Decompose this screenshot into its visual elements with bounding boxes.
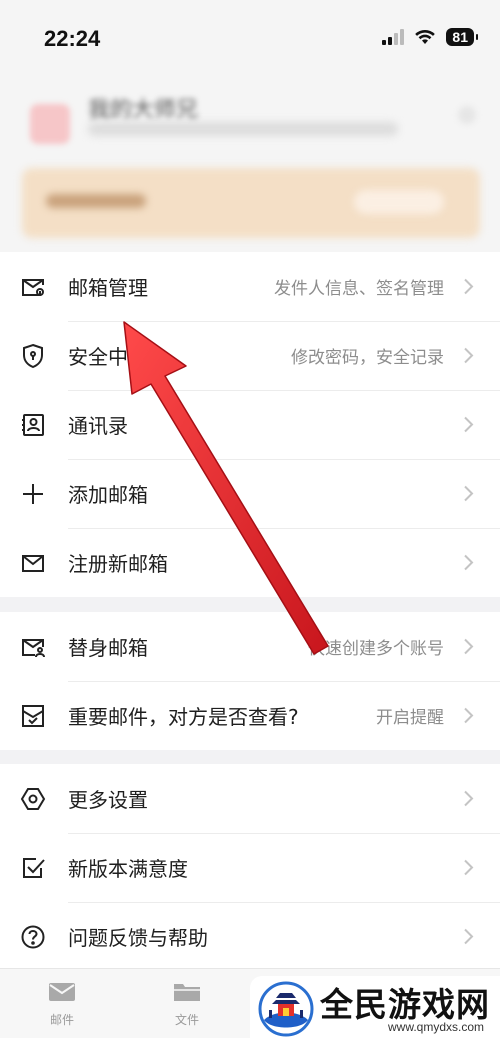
- watermark-title: 全民游戏网: [320, 985, 490, 1024]
- menu-group-settings: 更多设置 新版本满意度 问题反馈与帮助: [0, 764, 500, 971]
- wifi-icon: [415, 29, 436, 44]
- menu-item-label: 通讯录: [68, 414, 128, 438]
- checkbox-icon: [20, 855, 46, 881]
- menu-item-detail: 修改密码，安全记录: [291, 348, 444, 368]
- menu-group-account: 邮箱管理 发件人信息、签名管理 安全中心 修改密码，安全记录 通讯录 添加邮箱 …: [0, 252, 500, 597]
- menu-item-add-mailbox[interactable]: 添加邮箱: [0, 459, 500, 528]
- promo-banner-button[interactable]: [354, 190, 444, 214]
- close-icon[interactable]: [458, 106, 476, 124]
- plus-icon: [20, 481, 46, 507]
- menu-item-label: 新版本满意度: [68, 857, 188, 881]
- chevron-right-icon: [463, 416, 474, 433]
- menu-item-detail: 发件人信息、签名管理: [274, 279, 444, 299]
- menu-item-detail: 快速创建多个账号: [308, 639, 444, 659]
- site-logo-icon: [258, 981, 314, 1037]
- menu-item-help[interactable]: 问题反馈与帮助: [0, 902, 500, 971]
- tab-mail[interactable]: 邮件: [32, 981, 92, 1028]
- tab-label: 文件: [174, 1013, 199, 1027]
- watermark-url: www.qmydxs.com: [388, 1020, 485, 1034]
- avatar[interactable]: [30, 104, 70, 144]
- menu-item-read-receipt[interactable]: 重要邮件，对方是否查看? 开启提醒: [0, 681, 500, 750]
- menu-item-label: 添加邮箱: [68, 483, 148, 507]
- battery-indicator: 81: [446, 28, 478, 46]
- tab-files[interactable]: 文件: [157, 981, 217, 1028]
- status-time: 22:24: [44, 26, 101, 51]
- menu-item-mailbox-management[interactable]: 邮箱管理 发件人信息、签名管理: [0, 252, 500, 321]
- watermark: 全民游戏网 www.qmydxs.com: [250, 976, 500, 1038]
- chevron-right-icon: [463, 347, 474, 364]
- menu-item-register-mailbox[interactable]: 注册新邮箱: [0, 528, 500, 597]
- chevron-right-icon: [463, 638, 474, 655]
- chevron-right-icon: [463, 859, 474, 876]
- envelope-person-icon: [20, 634, 46, 660]
- profile-name: 我的大师兄: [88, 98, 199, 123]
- menu-item-label: 更多设置: [68, 788, 148, 812]
- menu-item-detail: 开启提醒: [376, 708, 444, 728]
- menu-item-label: 安全中心: [68, 345, 148, 369]
- chevron-right-icon: [463, 485, 474, 502]
- question-circle-icon: [20, 924, 46, 950]
- tab-label: 邮件: [49, 1013, 74, 1027]
- cellular-signal-icon: [382, 29, 405, 45]
- menu-item-alias-mailbox[interactable]: 替身邮箱 快速创建多个账号: [0, 612, 500, 681]
- envelope-check-icon: [20, 703, 46, 729]
- menu-group-features: 替身邮箱 快速创建多个账号 重要邮件，对方是否查看? 开启提醒: [0, 612, 500, 750]
- menu-item-security-center[interactable]: 安全中心 修改密码，安全记录: [0, 321, 500, 390]
- hexagon-gear-icon: [20, 786, 46, 812]
- chevron-right-icon: [463, 707, 474, 724]
- envelope-gear-icon: [20, 274, 46, 300]
- chevron-right-icon: [463, 790, 474, 807]
- menu-item-label: 重要邮件，对方是否查看?: [68, 705, 299, 729]
- envelope-icon: [20, 550, 46, 576]
- menu-item-satisfaction[interactable]: 新版本满意度: [0, 833, 500, 902]
- chevron-right-icon: [463, 928, 474, 945]
- menu-item-label: 问题反馈与帮助: [68, 926, 208, 950]
- chevron-right-icon: [463, 554, 474, 571]
- status-bar: 22:24 81: [0, 0, 500, 80]
- menu-item-label: 替身邮箱: [68, 636, 148, 660]
- menu-item-label: 邮箱管理: [68, 276, 148, 300]
- profile-email: [88, 122, 398, 136]
- menu-item-label: 注册新邮箱: [68, 552, 168, 576]
- shield-lock-icon: [20, 343, 46, 369]
- folder-icon: [174, 984, 200, 1001]
- chevron-right-icon: [463, 278, 474, 295]
- mail-icon: [49, 983, 75, 1001]
- status-icons: 81: [382, 28, 478, 46]
- promo-banner-text: [46, 194, 146, 208]
- menu-item-contacts[interactable]: 通讯录: [0, 390, 500, 459]
- profile-header[interactable]: 我的大师兄: [0, 80, 500, 252]
- menu-item-more-settings[interactable]: 更多设置: [0, 764, 500, 833]
- contact-card-icon: [20, 412, 46, 438]
